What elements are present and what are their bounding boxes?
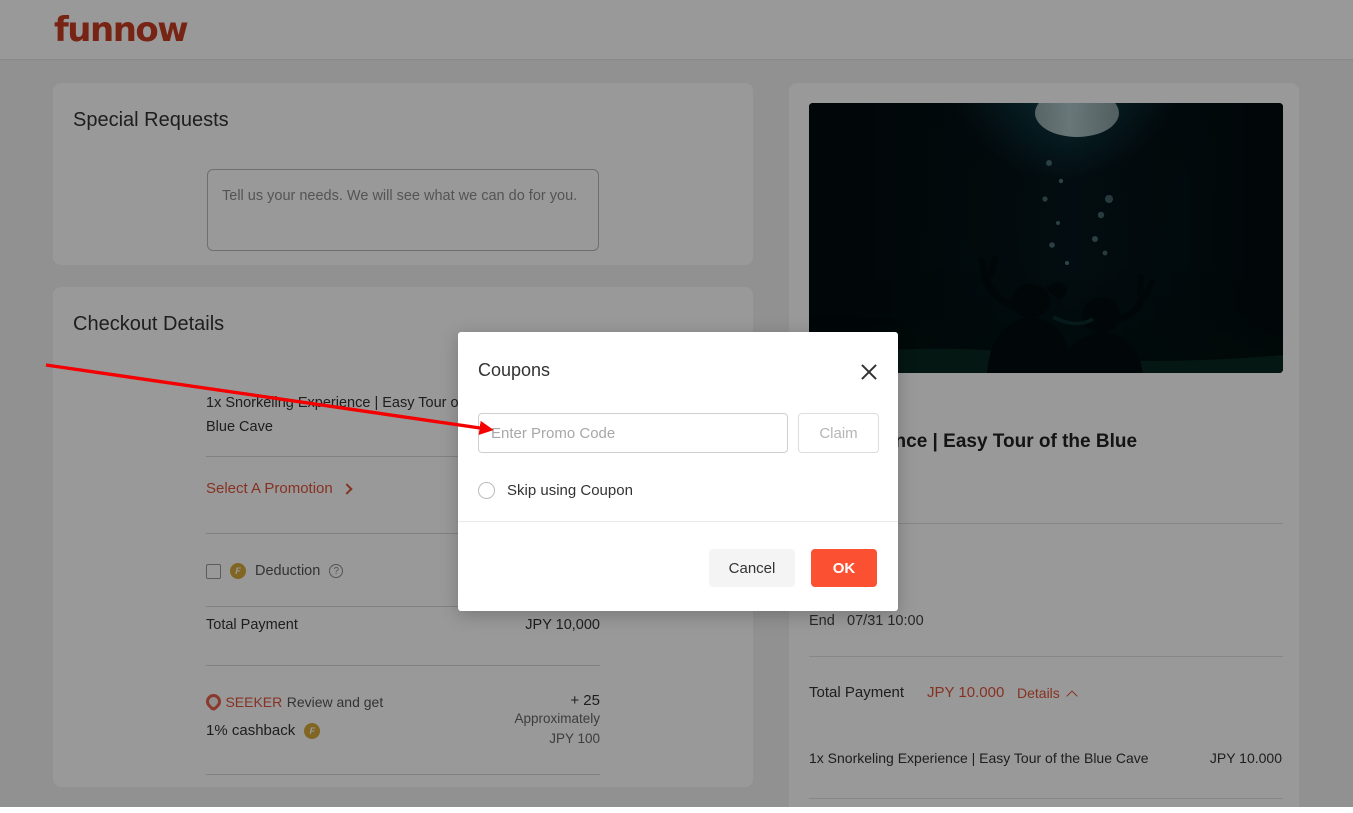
coupons-dialog-title: Coupons: [478, 360, 550, 381]
ok-button[interactable]: OK: [811, 549, 877, 587]
skip-using-coupon-option[interactable]: Skip using Coupon: [478, 482, 633, 499]
close-icon[interactable]: [858, 361, 880, 383]
divider: [458, 521, 898, 522]
radio-icon[interactable]: [478, 482, 495, 499]
cancel-button[interactable]: Cancel: [709, 549, 795, 587]
promo-code-input[interactable]: [478, 413, 788, 453]
skip-using-coupon-label: Skip using Coupon: [507, 482, 633, 499]
claim-button[interactable]: Claim: [798, 413, 879, 453]
coupons-dialog: Coupons Claim Skip using Coupon Cancel O…: [458, 332, 898, 611]
